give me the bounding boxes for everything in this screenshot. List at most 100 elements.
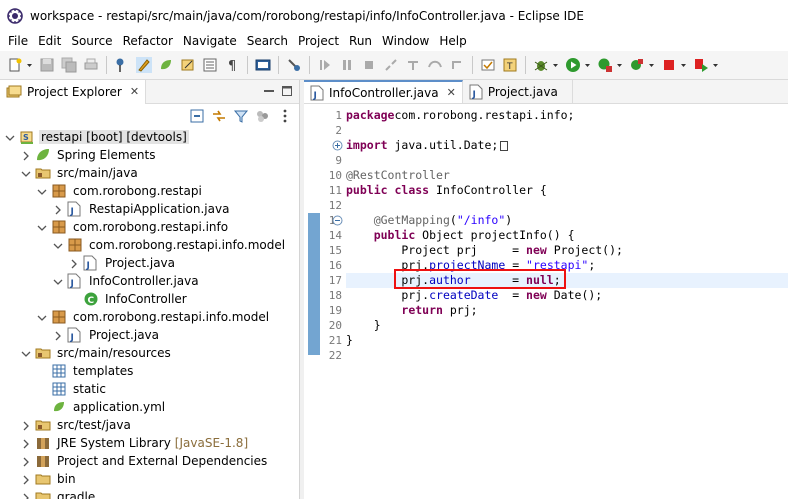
suspend-icon[interactable]	[339, 57, 355, 73]
tab-infocontroller-java[interactable]: J InfoController.java ✕	[304, 80, 463, 103]
maximize-icon[interactable]	[281, 85, 293, 97]
new-icon[interactable]	[7, 57, 23, 73]
menu-edit[interactable]: Edit	[33, 31, 66, 51]
debug-tool-icon[interactable]	[286, 57, 302, 73]
tree-item[interactable]: src/main/resources	[0, 344, 299, 362]
close-icon[interactable]: ✕	[130, 85, 139, 98]
tree-item[interactable]: C InfoController	[0, 290, 299, 308]
relaunch-dropdown-icon[interactable]	[712, 57, 719, 73]
terminal-icon[interactable]	[255, 57, 271, 73]
chevron-down-icon[interactable]	[21, 348, 31, 358]
stop-dropdown-icon[interactable]	[680, 57, 687, 73]
menu-navigate[interactable]: Navigate	[178, 31, 242, 51]
skip-breakpoints-icon[interactable]	[114, 57, 130, 73]
folded-region-icon[interactable]	[500, 140, 509, 151]
tree-item[interactable]: J Project.java	[0, 326, 299, 344]
task-icon[interactable]	[480, 57, 496, 73]
tree-item[interactable]: com.rorobong.restapi	[0, 182, 299, 200]
tree-item[interactable]: Spring Elements	[0, 146, 299, 164]
chevron-down-icon[interactable]	[21, 168, 31, 178]
close-icon[interactable]: ✕	[447, 86, 456, 99]
external-tools-dropdown-icon[interactable]	[648, 57, 655, 73]
editor-body[interactable]: 123910111213141516171819202122 packageco…	[304, 104, 788, 499]
tree-item[interactable]: com.rorobong.restapi.info	[0, 218, 299, 236]
debug-dropdown-icon[interactable]	[552, 57, 559, 73]
chevron-down-icon[interactable]	[5, 132, 15, 142]
link-with-editor-icon[interactable]	[211, 108, 227, 124]
tab-project-java[interactable]: J Project.java	[463, 80, 573, 103]
chevron-down-icon[interactable]	[37, 186, 47, 196]
menu-window[interactable]: Window	[377, 31, 434, 51]
disconnect-icon[interactable]	[383, 57, 399, 73]
tree-item[interactable]: Srestapi [boot] [devtools]	[0, 128, 299, 146]
tree-item[interactable]: src/main/java	[0, 164, 299, 182]
tree-item[interactable]: gradle	[0, 488, 299, 499]
tree-item[interactable]: static	[0, 380, 299, 398]
chevron-down-icon[interactable]	[37, 312, 47, 322]
view-menu-icon[interactable]	[277, 108, 293, 124]
run-dropdown-icon[interactable]	[584, 57, 591, 73]
menu-project[interactable]: Project	[293, 31, 344, 51]
new-dropdown-icon[interactable]	[26, 57, 33, 73]
chevron-down-icon[interactable]	[53, 240, 63, 250]
step-return-icon[interactable]	[449, 57, 465, 73]
print-icon[interactable]	[83, 57, 99, 73]
tree-item[interactable]: J InfoController.java	[0, 272, 299, 290]
chevron-right-icon[interactable]	[53, 330, 63, 341]
step-into-icon[interactable]	[405, 57, 421, 73]
chevron-down-icon[interactable]	[37, 222, 47, 232]
tree-item[interactable]: JRE System Library [JavaSE-1.8]	[0, 434, 299, 452]
filter-icon[interactable]	[233, 108, 249, 124]
menu-refactor[interactable]: Refactor	[118, 31, 178, 51]
chevron-right-icon[interactable]	[21, 150, 31, 161]
collapse-all-icon[interactable]	[189, 108, 205, 124]
tree-item[interactable]: application.yml	[0, 398, 299, 416]
chevron-right-icon[interactable]	[69, 258, 79, 269]
coverage-icon[interactable]	[597, 57, 613, 73]
edit-icon[interactable]	[180, 57, 196, 73]
relaunch-icon[interactable]	[693, 57, 709, 73]
chevron-down-icon[interactable]	[53, 276, 63, 286]
chevron-right-icon[interactable]	[21, 420, 31, 431]
chevron-right-icon[interactable]	[21, 456, 31, 467]
collapse-fold-icon[interactable]	[332, 215, 343, 226]
minimize-icon[interactable]	[263, 85, 275, 97]
chevron-right-icon[interactable]	[21, 474, 31, 485]
expand-fold-icon[interactable]	[332, 140, 343, 151]
pilcrow-icon[interactable]: ¶	[224, 57, 240, 73]
menu-search[interactable]: Search	[242, 31, 293, 51]
tree-item[interactable]: src/test/java	[0, 416, 299, 434]
stop-icon[interactable]	[661, 57, 677, 73]
coverage-dropdown-icon[interactable]	[616, 57, 623, 73]
menu-run[interactable]: Run	[344, 31, 377, 51]
resume-icon[interactable]	[317, 57, 333, 73]
external-tools-icon[interactable]	[629, 57, 645, 73]
tree-item[interactable]: bin	[0, 470, 299, 488]
menu-source[interactable]: Source	[66, 31, 117, 51]
chevron-right-icon[interactable]	[21, 438, 31, 449]
terminate-icon[interactable]	[361, 57, 377, 73]
tree-item[interactable]: J RestapiApplication.java	[0, 200, 299, 218]
step-over-icon[interactable]	[427, 57, 443, 73]
tree-item[interactable]: Project and External Dependencies	[0, 452, 299, 470]
chevron-right-icon[interactable]	[21, 492, 31, 499]
project-explorer-title: Project Explorer	[27, 84, 122, 99]
debug-icon[interactable]	[533, 57, 549, 73]
open-type-icon[interactable]: T	[502, 57, 518, 73]
tree-item[interactable]: templates	[0, 362, 299, 380]
tree-item[interactable]: J Project.java	[0, 254, 299, 272]
menu-help[interactable]: Help	[434, 31, 471, 51]
code-area[interactable]: packagecom.rorobong.restapi.info; import …	[346, 104, 788, 499]
focus-icon[interactable]	[255, 108, 271, 124]
tree-item[interactable]: com.rorobong.restapi.info.model	[0, 236, 299, 254]
menu-file[interactable]: File	[3, 31, 33, 51]
highlight-icon[interactable]	[136, 57, 152, 73]
tree-item[interactable]: com.rorobong.restapi.info.model	[0, 308, 299, 326]
run-icon[interactable]	[565, 57, 581, 73]
spring-boot-icon[interactable]	[158, 57, 174, 73]
save-all-icon[interactable]	[61, 57, 77, 73]
toggle-mark-icon[interactable]	[202, 57, 218, 73]
project-explorer-tab[interactable]: Project Explorer ✕	[0, 80, 147, 104]
chevron-right-icon[interactable]	[53, 204, 63, 215]
save-icon[interactable]	[39, 57, 55, 73]
